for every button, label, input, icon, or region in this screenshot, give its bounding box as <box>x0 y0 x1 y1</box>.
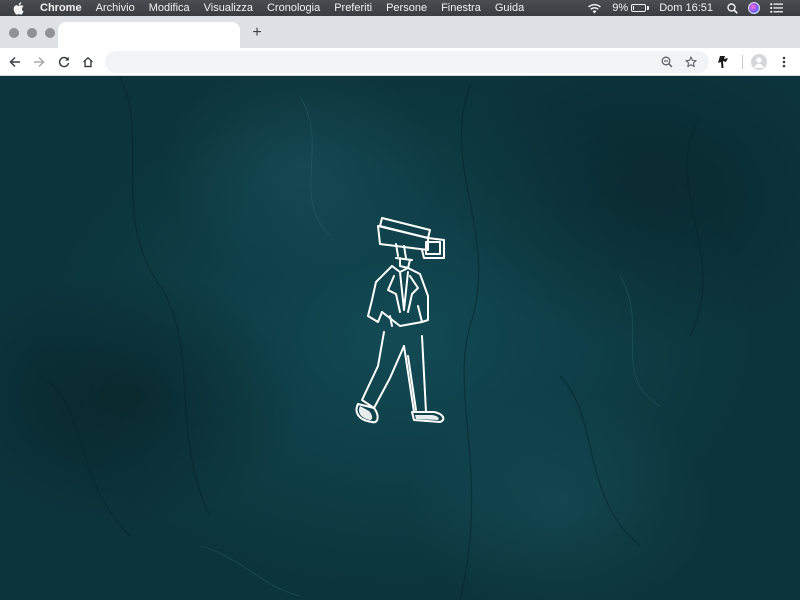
menu-archivio[interactable]: Archivio <box>96 2 135 14</box>
reload-icon[interactable] <box>56 54 72 70</box>
new-tab-button[interactable]: + <box>249 25 265 41</box>
back-arrow-icon[interactable] <box>7 54 23 70</box>
notification-center-icon[interactable] <box>770 3 783 13</box>
forward-arrow-icon[interactable] <box>31 54 47 70</box>
active-tab[interactable] <box>58 22 240 48</box>
battery-icon <box>631 4 647 12</box>
browser-toolbar <box>0 48 800 76</box>
window-controls <box>9 28 63 38</box>
address-bar[interactable] <box>105 51 709 73</box>
zoom-icon[interactable] <box>659 54 675 70</box>
menu-visualizza[interactable]: Visualizza <box>204 2 253 14</box>
menu-modifica[interactable]: Modifica <box>149 2 190 14</box>
minimize-window-button[interactable] <box>27 28 37 38</box>
camera-head-man-illustration <box>355 217 445 424</box>
menu-preferiti[interactable]: Preferiti <box>334 2 372 14</box>
menu-app-chrome[interactable]: Chrome <box>40 2 82 14</box>
macos-menu-bar: Chrome Archivio Modifica Visualizza Cron… <box>0 0 800 16</box>
siri-icon[interactable] <box>748 2 760 14</box>
wifi-icon[interactable] <box>587 3 602 14</box>
menu-cronologia[interactable]: Cronologia <box>267 2 320 14</box>
bookmark-star-icon[interactable] <box>683 54 699 70</box>
battery-indicator[interactable]: 9% <box>612 2 650 14</box>
profile-avatar-icon[interactable] <box>751 54 767 70</box>
menu-persone[interactable]: Persone <box>386 2 427 14</box>
apple-logo-icon[interactable] <box>13 1 26 15</box>
spotlight-search-icon[interactable] <box>727 2 738 14</box>
menu-guida[interactable]: Guida <box>495 2 524 14</box>
page-content <box>0 76 800 600</box>
menu-finestra[interactable]: Finestra <box>441 2 481 14</box>
tab-strip: + <box>0 16 800 48</box>
extension-icon[interactable] <box>715 54 731 70</box>
more-menu-icon[interactable] <box>776 54 792 70</box>
battery-percent: 9% <box>612 2 629 14</box>
toolbar-separator <box>742 55 743 69</box>
zoom-window-button[interactable] <box>45 28 55 38</box>
address-input[interactable] <box>117 54 637 70</box>
close-window-button[interactable] <box>9 28 19 38</box>
clock[interactable]: Dom 16:51 <box>659 2 713 14</box>
status-area: 9% Dom 16:51 <box>587 0 800 16</box>
home-icon[interactable] <box>80 54 96 70</box>
